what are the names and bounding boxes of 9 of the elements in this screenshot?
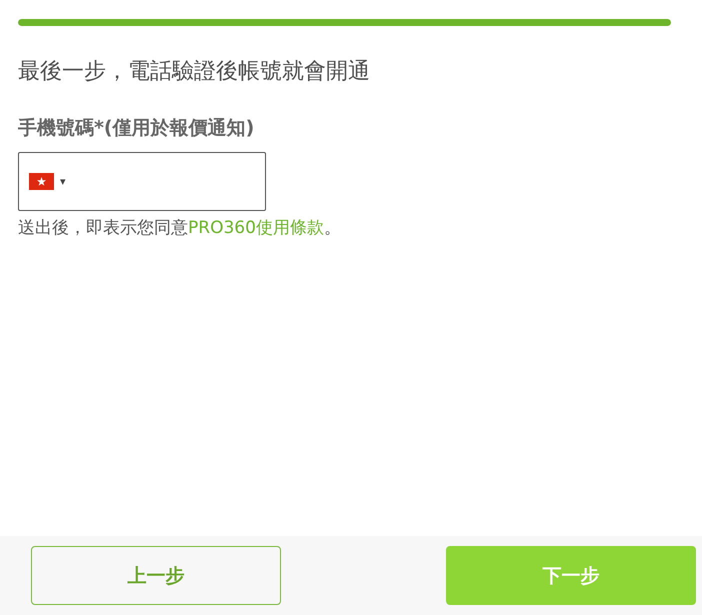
terms-text: 送出後，即表示您同意PRO360使用條款。 [18,217,342,240]
phone-label: 手機號碼*(僅用於報價通知) [18,116,256,141]
flag-icon[interactable] [29,173,54,190]
back-button[interactable]: 上一步 [31,546,281,605]
next-button[interactable]: 下一步 [446,546,696,605]
terms-link[interactable]: PRO360使用條款 [188,218,324,238]
caret-icon[interactable]: ▾ [60,175,66,188]
page-heading: 最後一步，電話驗證後帳號就會開通 [18,58,371,86]
phone-input-field[interactable]: ▾ [18,152,266,211]
